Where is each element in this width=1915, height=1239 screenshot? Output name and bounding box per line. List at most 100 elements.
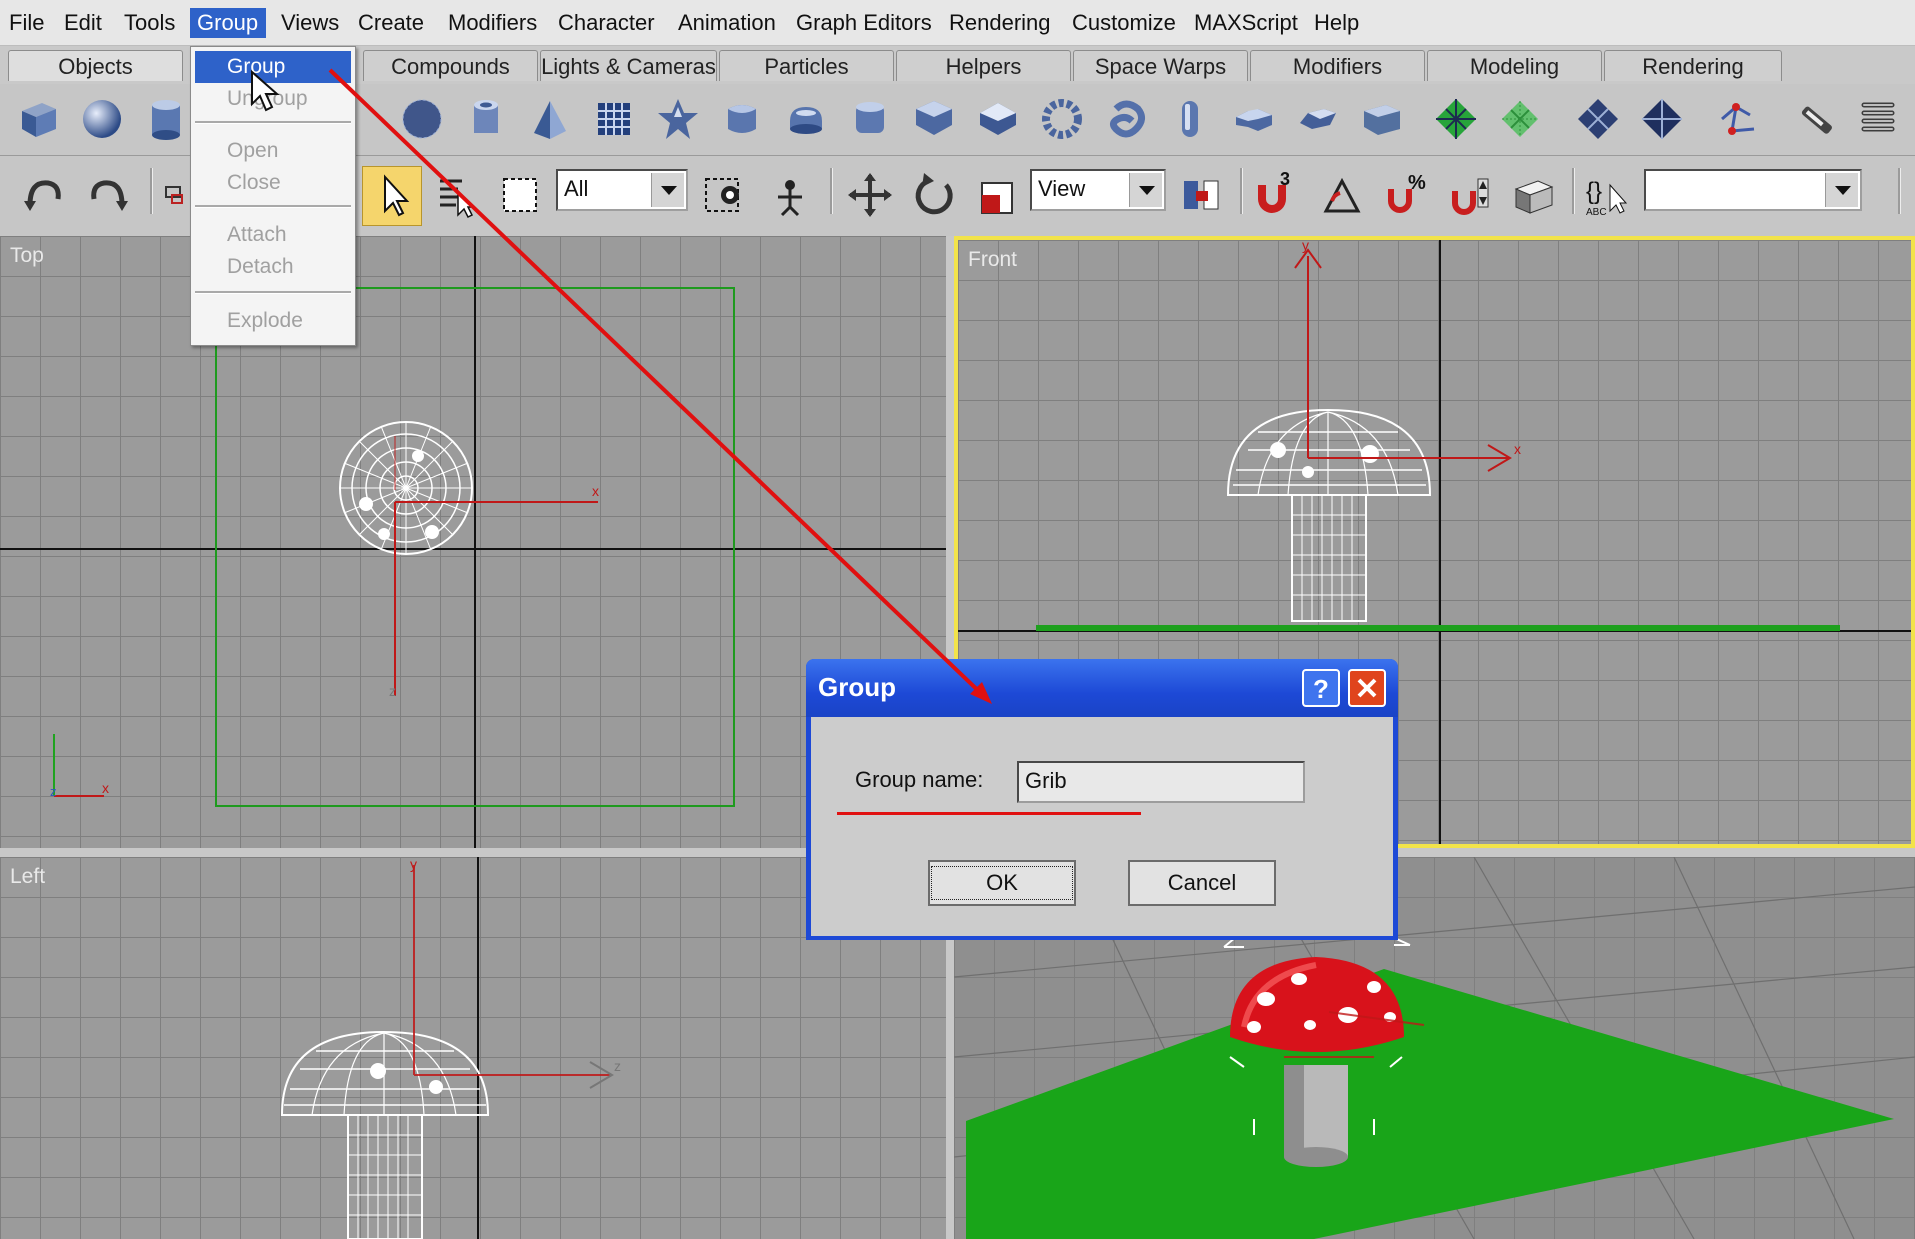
mushroom-wireframe-front[interactable] bbox=[1226, 408, 1432, 622]
svg-text:ABC: ABC bbox=[1586, 207, 1607, 218]
close-button[interactable] bbox=[1348, 669, 1386, 707]
select-link-icon[interactable] bbox=[160, 170, 190, 220]
spring-icon[interactable] bbox=[1854, 95, 1902, 143]
menu-views[interactable]: Views bbox=[274, 8, 346, 38]
help-button[interactable]: ? bbox=[1302, 669, 1340, 707]
tab-helpers[interactable]: Helpers bbox=[896, 50, 1071, 81]
tab-modifiers[interactable]: Modifiers bbox=[1250, 50, 1425, 81]
mushroom-wireframe-top[interactable] bbox=[339, 421, 473, 555]
menu-file[interactable]: File bbox=[2, 8, 51, 38]
sphere-icon[interactable] bbox=[78, 95, 126, 143]
toolbar-separator bbox=[150, 168, 153, 214]
select-manipulate-icon[interactable] bbox=[766, 170, 814, 220]
group-name-input[interactable]: Grib bbox=[1017, 761, 1305, 803]
named-selection-dropdown[interactable] bbox=[1644, 169, 1862, 211]
hose-icon[interactable] bbox=[1166, 95, 1214, 143]
viewport-top[interactable]: Top x z x z bbox=[0, 236, 946, 848]
bool-icon[interactable] bbox=[1574, 95, 1622, 143]
prism-icon[interactable] bbox=[974, 95, 1022, 143]
svg-text:z: z bbox=[614, 1058, 621, 1074]
menu-edit[interactable]: Edit bbox=[57, 8, 109, 38]
tab-rendering[interactable]: Rendering bbox=[1604, 50, 1782, 81]
menu-item-detach[interactable]: Detach bbox=[195, 251, 351, 283]
snaps-toggle-icon[interactable]: 3 bbox=[1250, 170, 1298, 220]
menu-character[interactable]: Character bbox=[551, 8, 662, 38]
rotate-icon[interactable] bbox=[910, 170, 958, 220]
question-icon: ? bbox=[1313, 674, 1329, 704]
hedra-icon[interactable] bbox=[654, 95, 702, 143]
percent-snap-icon[interactable]: % bbox=[1382, 170, 1430, 220]
select-by-name-icon[interactable] bbox=[432, 170, 480, 220]
edit-named-selection-icon[interactable] bbox=[1510, 170, 1558, 220]
wrench-icon[interactable] bbox=[1790, 95, 1838, 143]
viewport-left[interactable]: Left z y bbox=[0, 857, 946, 1239]
torusknot-icon[interactable] bbox=[1038, 95, 1086, 143]
undo-icon[interactable] bbox=[20, 170, 68, 220]
tab-compounds[interactable]: Compounds bbox=[363, 50, 538, 81]
cylinder-icon[interactable] bbox=[142, 95, 190, 143]
menu-item-close[interactable]: Close bbox=[195, 167, 351, 199]
selection-filter-dropdown[interactable]: All bbox=[556, 169, 688, 211]
select-object-button[interactable] bbox=[362, 166, 422, 226]
gengon-icon[interactable] bbox=[910, 95, 958, 143]
menu-divider bbox=[195, 121, 351, 124]
tab-objects[interactable]: Objects bbox=[8, 50, 183, 81]
box-icon[interactable] bbox=[14, 95, 62, 143]
menu-group[interactable]: Group bbox=[190, 8, 266, 38]
menu-tools[interactable]: Tools bbox=[117, 8, 182, 38]
svg-text:z: z bbox=[50, 784, 57, 799]
ok-button[interactable]: OK bbox=[928, 860, 1076, 906]
ground-plane[interactable] bbox=[966, 969, 1894, 1239]
menu-item-attach[interactable]: Attach bbox=[195, 219, 351, 251]
menu-help[interactable]: Help bbox=[1307, 8, 1366, 38]
tab-lights-cameras[interactable]: Lights & Cameras bbox=[540, 50, 717, 81]
menu-rendering[interactable]: Rendering bbox=[942, 8, 1058, 38]
pivot-center-icon[interactable] bbox=[1178, 170, 1226, 220]
window-crossing-icon[interactable] bbox=[700, 170, 748, 220]
menu-create[interactable]: Create bbox=[351, 8, 431, 38]
rectangular-selection-icon[interactable] bbox=[496, 170, 544, 220]
menu-item-explode[interactable]: Explode bbox=[195, 305, 351, 337]
svg-text:x: x bbox=[102, 780, 109, 796]
tab-modeling[interactable]: Modeling bbox=[1427, 50, 1602, 81]
spinner-snap-icon[interactable] bbox=[1446, 170, 1494, 220]
mushroom-wireframe-left[interactable] bbox=[280, 1030, 490, 1239]
svg-text:y: y bbox=[1302, 240, 1309, 253]
menu-item-open[interactable]: Open bbox=[195, 135, 351, 167]
connect-nodes-icon[interactable] bbox=[1714, 95, 1762, 143]
chevron-down-icon bbox=[651, 173, 684, 207]
tube-icon[interactable] bbox=[462, 95, 510, 143]
menu-divider bbox=[195, 291, 351, 294]
reference-coordinate-dropdown[interactable]: View bbox=[1030, 169, 1166, 211]
scale-icon[interactable] bbox=[974, 170, 1022, 220]
tab-particles[interactable]: Particles bbox=[719, 50, 894, 81]
tab-space-warps[interactable]: Space Warps bbox=[1073, 50, 1248, 81]
lextrude-icon[interactable] bbox=[1230, 95, 1278, 143]
redo-icon[interactable] bbox=[84, 170, 132, 220]
menu-maxscript[interactable]: MAXScript bbox=[1187, 8, 1305, 38]
menu-graph-editors[interactable]: Graph Editors bbox=[789, 8, 939, 38]
capsule-icon[interactable] bbox=[846, 95, 894, 143]
scatter-icon[interactable] bbox=[1432, 95, 1480, 143]
terrain-icon[interactable] bbox=[1358, 95, 1406, 143]
cext-icon[interactable] bbox=[1294, 95, 1342, 143]
svg-text:z: z bbox=[389, 683, 396, 699]
move-icon[interactable] bbox=[846, 170, 894, 220]
oiltank-icon[interactable] bbox=[782, 95, 830, 143]
plane-icon[interactable] bbox=[590, 95, 638, 143]
svg-text:?: ? bbox=[1313, 674, 1329, 704]
menu-modifiers[interactable]: Modifiers bbox=[441, 8, 544, 38]
menu-customize[interactable]: Customize bbox=[1065, 8, 1183, 38]
named-selection-sets-icon[interactable]: {} ABC bbox=[1584, 170, 1632, 220]
chevron-down-icon bbox=[1825, 173, 1858, 207]
ringwave-icon[interactable] bbox=[1102, 95, 1150, 143]
chamferbox-icon[interactable] bbox=[718, 95, 766, 143]
cancel-button[interactable]: Cancel bbox=[1128, 860, 1276, 906]
angle-snap-icon[interactable] bbox=[1318, 170, 1366, 220]
connect-icon[interactable] bbox=[1638, 95, 1686, 143]
ok-label: OK bbox=[931, 866, 1073, 900]
menu-animation[interactable]: Animation bbox=[671, 8, 783, 38]
geosphere-icon[interactable] bbox=[398, 95, 446, 143]
pyramid-icon[interactable] bbox=[526, 95, 574, 143]
mesher-icon[interactable] bbox=[1496, 95, 1544, 143]
